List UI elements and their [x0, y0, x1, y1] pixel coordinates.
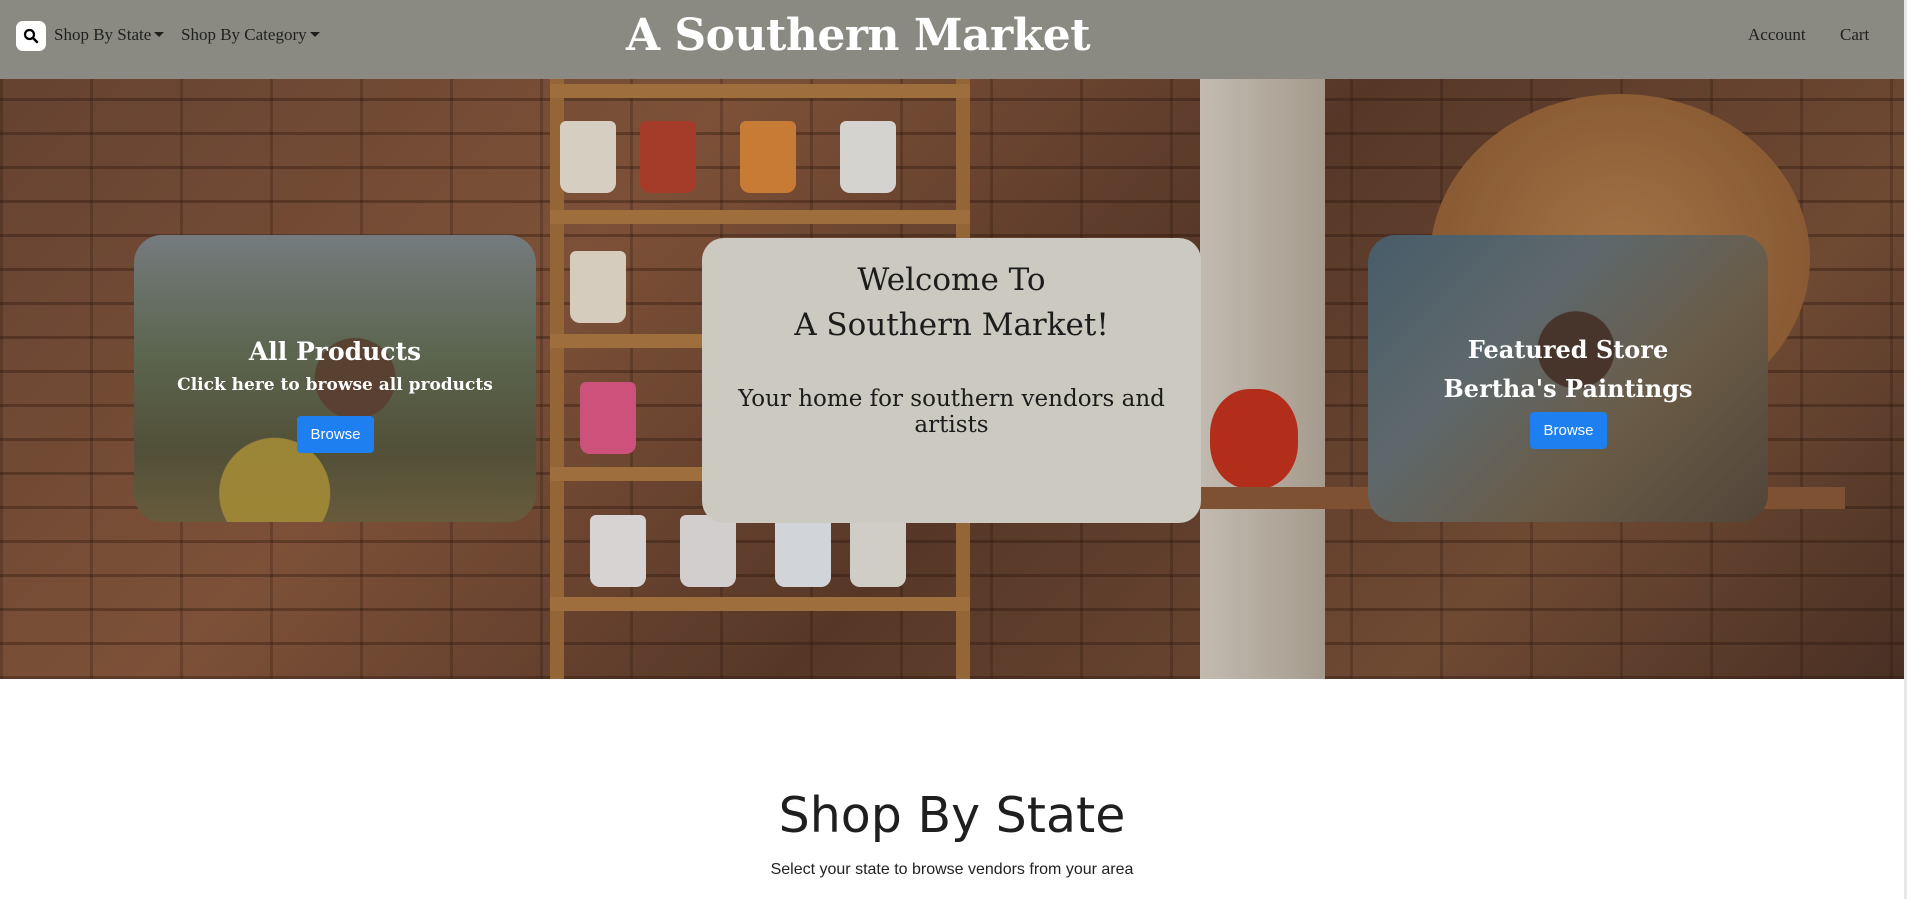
all-products-card[interactable]: All Products Click here to browse all pr…	[134, 235, 536, 522]
top-navbar: Shop By State Shop By Category A Souther…	[0, 0, 1907, 79]
shop-by-state-subtitle: Select your state to browse vendors from…	[770, 861, 1134, 878]
all-products-browse-button[interactable]: Browse	[297, 416, 374, 453]
shop-by-state-heading: Shop By State	[778, 787, 1126, 844]
account-link[interactable]: Account	[1748, 25, 1806, 45]
all-products-subtitle: Click here to browse all products	[177, 375, 493, 395]
cart-link[interactable]: Cart	[1840, 25, 1869, 45]
hero-banner: All Products Click here to browse all pr…	[0, 79, 1904, 679]
site-brand-title[interactable]: A Southern Market	[0, 10, 1716, 61]
all-products-title: All Products	[248, 337, 422, 366]
welcome-card: Welcome To A Southern Market! Your home …	[702, 238, 1201, 523]
welcome-subtitle: Your home for southern vendors and artis…	[738, 386, 1165, 438]
welcome-title-line2: A Southern Market!	[794, 307, 1109, 343]
welcome-title-line1: Welcome To	[857, 262, 1046, 298]
featured-store-browse-button[interactable]: Browse	[1530, 412, 1607, 449]
featured-store-title: Featured Store	[1467, 335, 1669, 364]
featured-store-card[interactable]: Featured Store Bertha's Paintings Browse	[1368, 235, 1768, 522]
featured-store-name: Bertha's Paintings	[1443, 374, 1693, 403]
